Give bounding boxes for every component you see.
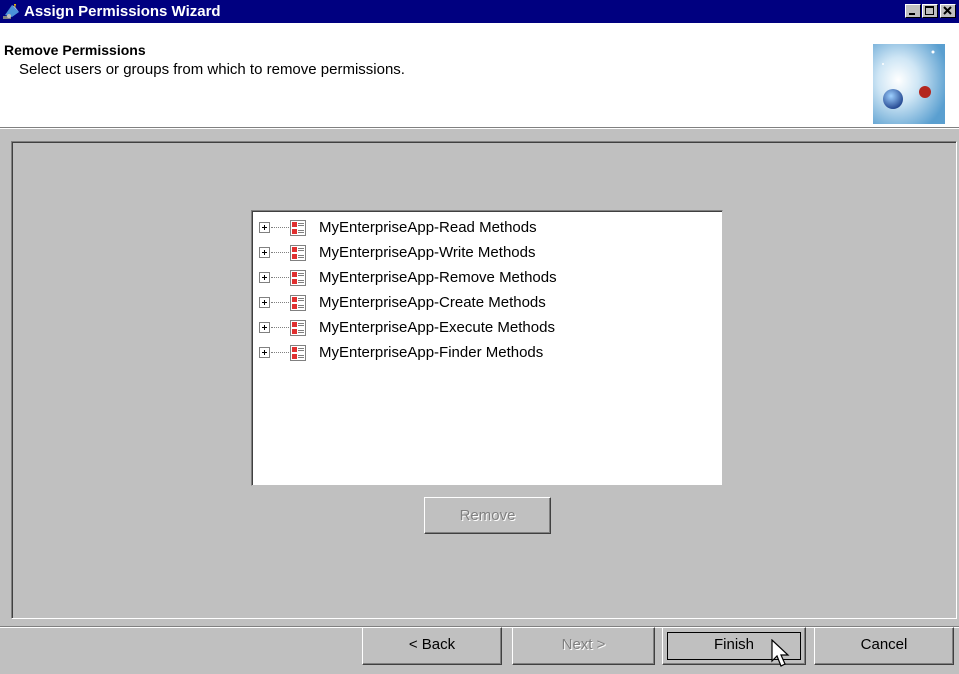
- tree-item-label: MyEnterpriseApp-Remove Methods: [319, 269, 557, 286]
- tree-item-label: MyEnterpriseApp-Create Methods: [319, 294, 546, 311]
- expand-icon[interactable]: [259, 247, 270, 258]
- wizard-app-icon: [3, 4, 19, 19]
- window-title: Assign Permissions Wizard: [24, 3, 221, 20]
- maximize-button[interactable]: [922, 4, 938, 18]
- expand-icon[interactable]: [259, 322, 270, 333]
- tree-item[interactable]: MyEnterpriseApp-Execute Methods: [259, 319, 699, 339]
- tree-item[interactable]: MyEnterpriseApp-Read Methods: [259, 219, 699, 239]
- permission-role-icon: [290, 320, 306, 336]
- permission-role-icon: [290, 245, 306, 261]
- cancel-button[interactable]: Cancel: [814, 627, 954, 665]
- title-bar[interactable]: Assign Permissions Wizard: [0, 0, 959, 23]
- mouse-pointer-icon: [771, 639, 790, 667]
- expand-icon[interactable]: [259, 347, 270, 358]
- permission-role-icon: [290, 295, 306, 311]
- tree-item[interactable]: MyEnterpriseApp-Remove Methods: [259, 269, 699, 289]
- tree-item-label: MyEnterpriseApp-Finder Methods: [319, 344, 544, 361]
- tree-item-label: MyEnterpriseApp-Execute Methods: [319, 319, 555, 336]
- minimize-button[interactable]: [905, 4, 921, 18]
- close-button[interactable]: [940, 4, 956, 18]
- expand-icon[interactable]: [259, 297, 270, 308]
- tree-item[interactable]: MyEnterpriseApp-Write Methods: [259, 244, 699, 264]
- page-subtitle: Select users or groups from which to rem…: [19, 61, 405, 78]
- page-title: Remove Permissions: [4, 42, 146, 58]
- expand-icon[interactable]: [259, 272, 270, 283]
- permission-role-icon: [290, 220, 306, 236]
- next-button[interactable]: Next >: [512, 627, 655, 665]
- maximize-icon: [925, 6, 934, 15]
- tree-item-label: MyEnterpriseApp-Read Methods: [319, 219, 537, 236]
- tree-item-label: MyEnterpriseApp-Write Methods: [319, 244, 536, 261]
- close-icon: [943, 6, 952, 15]
- permission-role-icon: [290, 270, 306, 286]
- permissions-tree[interactable]: MyEnterpriseApp-Read Methods MyEnterpris…: [251, 210, 723, 486]
- header-separator-highlight: [0, 128, 959, 129]
- tree-item[interactable]: MyEnterpriseApp-Finder Methods: [259, 344, 699, 364]
- expand-icon[interactable]: [259, 222, 270, 233]
- wizard-graphic-icon: [873, 44, 945, 124]
- remove-button[interactable]: Remove: [424, 497, 551, 534]
- back-button[interactable]: < Back: [362, 627, 502, 665]
- tree-item[interactable]: MyEnterpriseApp-Create Methods: [259, 294, 699, 314]
- permission-role-icon: [290, 345, 306, 361]
- minimize-icon: [909, 13, 915, 15]
- wizard-header: Remove Permissions Select users or group…: [0, 23, 959, 127]
